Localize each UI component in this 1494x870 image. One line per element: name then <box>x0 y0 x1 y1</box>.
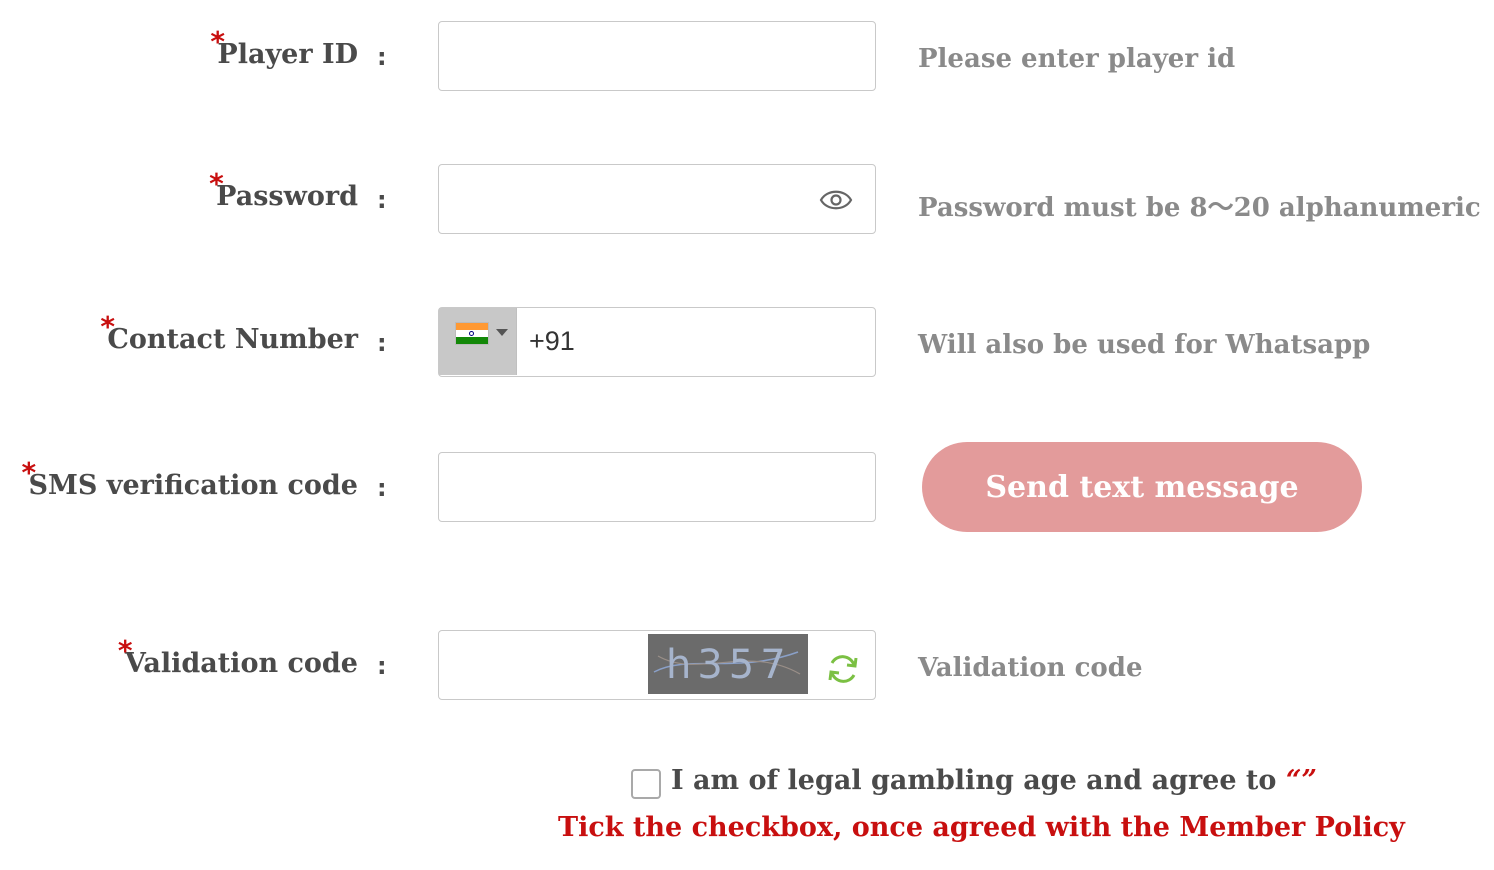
colon: : <box>377 474 387 502</box>
validation-label: * Validation code <box>117 634 358 679</box>
contact-number-input[interactable]: +91 <box>438 307 876 377</box>
required-marker: * <box>117 634 133 667</box>
password-hint: Password must be 8～20 alphanumeric <box>918 193 1481 223</box>
captcha-image[interactable]: h357 <box>648 634 808 694</box>
send-text-message-button[interactable]: Send text message <box>922 442 1362 532</box>
colon: : <box>377 186 387 214</box>
india-flag-icon <box>455 322 489 345</box>
policy-note: Tick the checkbox, once agreed with the … <box>558 812 1405 843</box>
eye-icon[interactable] <box>819 185 853 219</box>
required-marker: * <box>209 167 224 200</box>
dial-code[interactable]: +91 <box>529 326 575 357</box>
sms-code-input[interactable] <box>438 452 876 522</box>
required-marker: * <box>210 25 226 58</box>
validation-hint: Validation code <box>918 653 1143 683</box>
player-id-hint: Please enter player id <box>918 44 1236 74</box>
colon: : <box>377 43 387 71</box>
colon: : <box>377 652 387 680</box>
sms-label: * SMS verification code <box>21 456 358 501</box>
contact-label: * Contact Number <box>100 310 358 355</box>
captcha-char: h357 <box>666 642 792 688</box>
player-id-label: * Player ID <box>210 25 358 70</box>
age-agree-checkbox[interactable] <box>631 769 661 799</box>
member-policy-link[interactable]: “” <box>1286 765 1317 796</box>
agreement-text: I am of legal gambling age and agree to … <box>671 765 1317 796</box>
colon: : <box>377 329 387 357</box>
password-input[interactable] <box>438 164 876 234</box>
player-id-input[interactable] <box>438 21 876 91</box>
validation-code-input[interactable]: h357 <box>438 630 876 700</box>
required-marker: * <box>21 456 37 489</box>
required-marker: * <box>100 310 116 343</box>
refresh-icon[interactable] <box>825 651 861 691</box>
caret-down-icon <box>496 329 508 336</box>
contact-hint: Will also be used for Whatsapp <box>918 330 1371 360</box>
country-select[interactable] <box>439 308 517 375</box>
password-label: * Password <box>209 167 358 212</box>
